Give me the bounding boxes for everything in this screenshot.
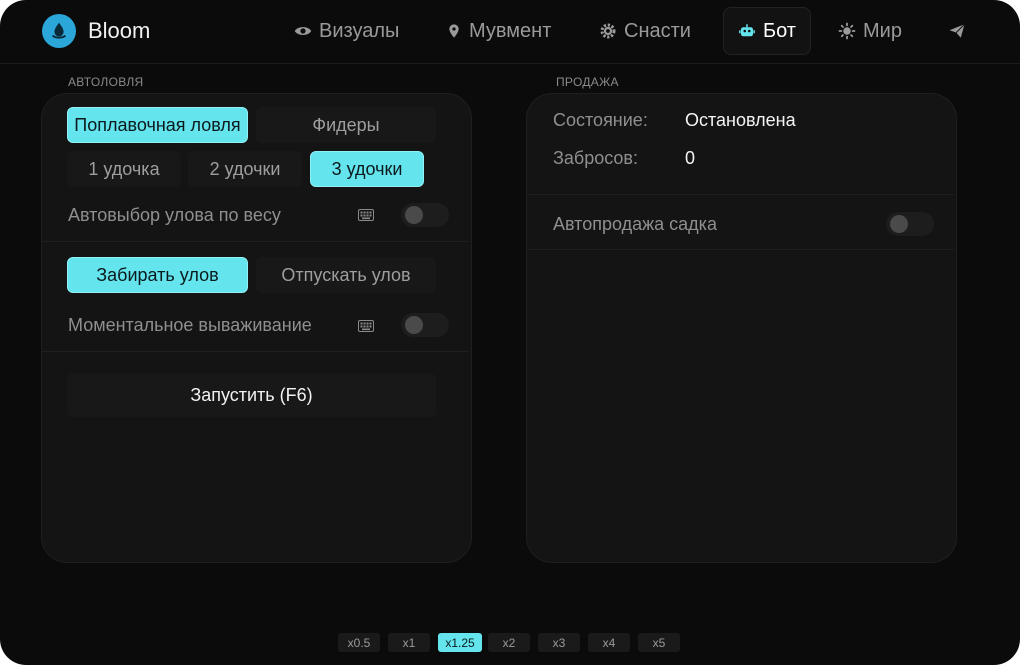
autofishing-section-label: АВТОЛОВЛЯ (68, 75, 144, 89)
keyboard-icon[interactable] (358, 319, 374, 337)
top-nav-bar: Bloom Визуалы Мувмент Снасти Бот Мир (0, 0, 1020, 64)
bloom-logo-icon (42, 14, 76, 48)
mode-float-button[interactable]: Поплавочная ловля (67, 107, 248, 143)
tab-tackle[interactable]: Снасти (585, 7, 705, 55)
sun-icon (838, 22, 856, 40)
keep-catch-button[interactable]: Забирать улов (67, 257, 248, 293)
toggle-knob (890, 215, 908, 233)
mode-feeder-button[interactable]: Фидеры (256, 107, 436, 143)
telegram-button[interactable] (934, 7, 980, 55)
divider (527, 249, 954, 250)
app-window: Bloom Визуалы Мувмент Снасти Бот Мир АВТ… (0, 0, 1020, 665)
robot-icon (738, 22, 756, 40)
eye-icon (294, 22, 312, 40)
zoom-option[interactable]: x0.5 (338, 633, 380, 652)
tab-label: Мувмент (469, 19, 552, 42)
zoom-option[interactable]: x2 (488, 633, 530, 652)
tab-label: Бот (763, 19, 796, 42)
toggle-knob (405, 206, 423, 224)
autosale-label: Автопродажа садка (553, 214, 717, 234)
paper-plane-icon (948, 22, 966, 40)
location-pin-icon (446, 22, 462, 40)
release-catch-button[interactable]: Отпускать улов (256, 257, 436, 293)
tab-visuals[interactable]: Визуалы (280, 7, 413, 55)
casts-label: Забросов: (553, 148, 638, 168)
divider (42, 241, 469, 242)
autosale-toggle[interactable] (886, 212, 934, 236)
toggle-knob (405, 316, 423, 334)
gear-icon (599, 22, 617, 40)
tab-label: Снасти (624, 19, 691, 42)
zoom-option-selected[interactable]: x1.25 (438, 633, 482, 652)
divider (527, 194, 954, 195)
zoom-option[interactable]: x5 (638, 633, 680, 652)
tab-world[interactable]: Мир (824, 7, 916, 55)
rods-3-button[interactable]: 3 удочки (310, 151, 424, 187)
casts-value: 0 (685, 148, 696, 168)
instant-reeling-label: Моментальное вываживание (68, 315, 312, 335)
tab-movement[interactable]: Мувмент (432, 7, 565, 55)
auto-select-toggle[interactable] (401, 203, 449, 227)
zoom-option[interactable]: x4 (588, 633, 630, 652)
state-value: Остановлена (685, 110, 796, 130)
zoom-option[interactable]: x1 (388, 633, 430, 652)
brand-name: Bloom (88, 18, 151, 43)
rods-1-button[interactable]: 1 удочка (67, 151, 181, 187)
tab-label: Мир (863, 19, 902, 42)
keyboard-icon[interactable] (358, 208, 374, 226)
zoom-option[interactable]: x3 (538, 633, 580, 652)
tab-bot[interactable]: Бот (723, 7, 811, 55)
start-button[interactable]: Запустить (F6) (67, 373, 436, 417)
tab-label: Визуалы (319, 19, 400, 42)
instant-reeling-toggle[interactable] (401, 313, 449, 337)
sale-section-label: ПРОДАЖА (556, 75, 619, 89)
divider (42, 351, 469, 352)
brand: Bloom (42, 13, 150, 49)
rods-2-button[interactable]: 2 удочки (188, 151, 302, 187)
state-label: Состояние: (553, 110, 648, 130)
auto-select-label: Автовыбор улова по весу (68, 205, 281, 225)
